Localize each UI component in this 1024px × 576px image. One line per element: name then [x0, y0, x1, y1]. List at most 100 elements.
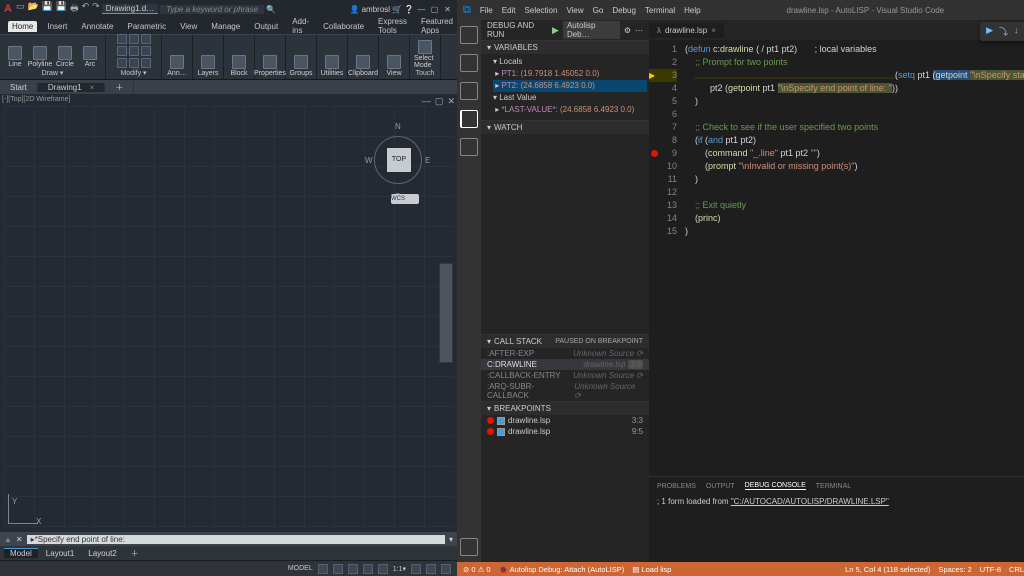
status-item-0[interactable]: Ln 5, Col 4 (118 selected): [845, 565, 930, 574]
viewcube-top[interactable]: TOP: [387, 148, 411, 172]
breakpoint-row[interactable]: drawline.lsp3:3: [481, 415, 649, 426]
status-polar-icon[interactable]: [363, 564, 373, 574]
debug-icon[interactable]: [460, 110, 478, 128]
document-title[interactable]: Drawing1.d…: [102, 4, 158, 14]
status-cust-icon[interactable]: [441, 564, 451, 574]
qa-open-icon[interactable]: 📂: [27, 1, 38, 17]
status-ws-icon[interactable]: [426, 564, 436, 574]
menu-terminal[interactable]: Terminal: [645, 6, 675, 15]
stack-frame[interactable]: C:DRAWLINEdrawline.lsp 3:3: [481, 359, 649, 370]
var-pt1[interactable]: ▸ PT1: (19.7918 1.45052 0.0): [493, 68, 647, 80]
layout-tab-layout2[interactable]: Layout2: [82, 549, 122, 558]
arc-button[interactable]: Arc: [79, 46, 101, 68]
layout-tab-model[interactable]: Model: [4, 548, 38, 558]
debug-config-dropdown[interactable]: Autolisp Deb…: [563, 21, 620, 39]
cmd-history-icon[interactable]: ▲: [4, 535, 12, 544]
ribbon-tab-annotate[interactable]: Annotate: [77, 21, 117, 32]
block-button[interactable]: Block: [228, 55, 250, 77]
user-icon[interactable]: 👤: [350, 5, 360, 14]
menu-help[interactable]: Help: [684, 6, 700, 15]
code-editor[interactable]: 123▶456789101112131415 (defun c:drawline…: [649, 40, 1024, 476]
viewcube[interactable]: N S E W TOP: [363, 118, 433, 198]
select-mode-button[interactable]: Select Mode: [414, 40, 436, 69]
stack-frame[interactable]: :ARQ-SUBR-CALLBACKUnknown Source ⟳: [481, 381, 649, 401]
close-button[interactable]: ✕: [442, 5, 453, 14]
line-button[interactable]: Line: [4, 46, 26, 68]
cmd-expand-icon[interactable]: ▾: [449, 535, 453, 544]
status-item-2[interactable]: UTF-8: [980, 565, 1001, 574]
debug-step-into-icon[interactable]: ↓: [1014, 25, 1019, 38]
navigation-bar[interactable]: [439, 263, 453, 363]
explorer-icon[interactable]: [460, 26, 478, 44]
editor-tab-drawline[interactable]: λdrawline.lsp×: [649, 23, 725, 38]
status-model[interactable]: MODEL: [288, 565, 313, 572]
viewport-label[interactable]: [-][Top][2D Wireframe]: [2, 96, 70, 103]
new-tab-button[interactable]: ＋: [105, 82, 134, 93]
help-icon[interactable]: ❔: [404, 5, 414, 14]
qa-new-icon[interactable]: ▭: [16, 1, 25, 17]
locals-group[interactable]: ▾ Locals: [493, 56, 647, 68]
watch-header[interactable]: ▾ WATCH: [481, 121, 649, 134]
minimize-button[interactable]: —: [416, 5, 427, 14]
menu-go[interactable]: Go: [593, 6, 604, 15]
maximize-button[interactable]: ▢: [429, 5, 440, 14]
var-pt2[interactable]: ▸ PT2: (24.6858 6.4923 0.0): [493, 80, 647, 92]
debug-console-output[interactable]: ; 1 form loaded from "C:/AUTOCAD/AUTOLIS…: [649, 495, 1024, 562]
wcs-label[interactable]: WCS: [391, 194, 419, 204]
panel-modify-label[interactable]: Modify ▾: [120, 69, 146, 77]
ribbon-tab-output[interactable]: Output: [250, 21, 282, 32]
qa-save-icon[interactable]: 💾: [42, 1, 53, 17]
search-icon[interactable]: 🔍: [266, 5, 276, 14]
menu-edit[interactable]: Edit: [502, 6, 516, 15]
status-anno-icon[interactable]: [411, 564, 421, 574]
status-load-lisp[interactable]: ▤ Load lisp: [632, 565, 671, 574]
menu-view[interactable]: View: [566, 6, 583, 15]
status-item-1[interactable]: Spaces: 2: [938, 565, 971, 574]
layers-button[interactable]: Layers: [197, 55, 219, 77]
debug-more-icon[interactable]: ⋯: [635, 26, 643, 35]
lastvalue-group[interactable]: ▾ Last Value: [493, 92, 647, 104]
ribbon-tab-collaborate[interactable]: Collaborate: [319, 21, 368, 32]
menu-selection[interactable]: Selection: [525, 6, 558, 15]
breakpoint-row[interactable]: drawline.lsp9:5: [481, 426, 649, 437]
callstack-header[interactable]: ▾ CALL STACKPAUSED ON BREAKPOINT: [481, 335, 649, 348]
menu-file[interactable]: File: [480, 6, 493, 15]
start-debug-icon[interactable]: ▶: [552, 25, 559, 36]
search-icon[interactable]: [460, 54, 478, 72]
viewcube-e[interactable]: E: [425, 156, 430, 165]
stack-frame[interactable]: :AFTER-EXPUnknown Source ⟳: [481, 348, 649, 359]
groups-button[interactable]: Groups: [290, 55, 312, 77]
ribbon-tab-home[interactable]: Home: [8, 21, 37, 32]
status-debug-session[interactable]: 🐞 Autolisp Debug: Attach (AutoLISP): [499, 565, 625, 574]
qa-redo-icon[interactable]: ↷: [92, 1, 100, 17]
panel-draw-label[interactable]: Draw ▾: [42, 69, 64, 77]
layout-tab-layout1[interactable]: Layout1: [40, 549, 80, 558]
panel-tab-output[interactable]: OUTPUT: [706, 483, 735, 490]
variables-header[interactable]: ▾ VARIABLES: [481, 41, 649, 54]
gear-icon[interactable]: [460, 538, 478, 556]
ribbon-tab-add-ins[interactable]: Add-ins: [288, 16, 313, 36]
user-name[interactable]: ambrosl: [362, 5, 390, 14]
circle-button[interactable]: Circle: [54, 46, 76, 68]
view-button[interactable]: View: [383, 55, 405, 77]
status-problems[interactable]: ⊘ 0 ⚠ 0: [463, 565, 491, 574]
viewcube-w[interactable]: W: [365, 156, 373, 165]
ribbon-tab-manage[interactable]: Manage: [207, 21, 244, 32]
autodesk-app-icon[interactable]: 🛒: [392, 5, 402, 14]
status-osnap-icon[interactable]: [378, 564, 388, 574]
command-line[interactable]: ▲ ✕ ▸*Specify end point of line: ▾: [0, 532, 457, 546]
text-button[interactable]: Ann…: [166, 55, 188, 77]
clipboard-button[interactable]: Clipboard: [352, 55, 374, 77]
menu-debug[interactable]: Debug: [612, 6, 636, 15]
qa-plot-icon[interactable]: 🖶: [70, 1, 79, 17]
utilities-button[interactable]: Utilities: [321, 55, 343, 77]
properties-button[interactable]: Properties: [259, 55, 281, 77]
qa-saveas-icon[interactable]: 💾: [56, 1, 67, 17]
status-grid-icon[interactable]: [318, 564, 328, 574]
modify-tools[interactable]: [117, 34, 151, 68]
tab-drawing1[interactable]: Drawing1×: [38, 83, 105, 92]
panel-tab-terminal[interactable]: TERMINAL: [816, 483, 851, 490]
extensions-icon[interactable]: [460, 138, 478, 156]
qa-undo-icon[interactable]: ↶: [82, 1, 90, 17]
layout-add-button[interactable]: ＋: [125, 548, 145, 559]
